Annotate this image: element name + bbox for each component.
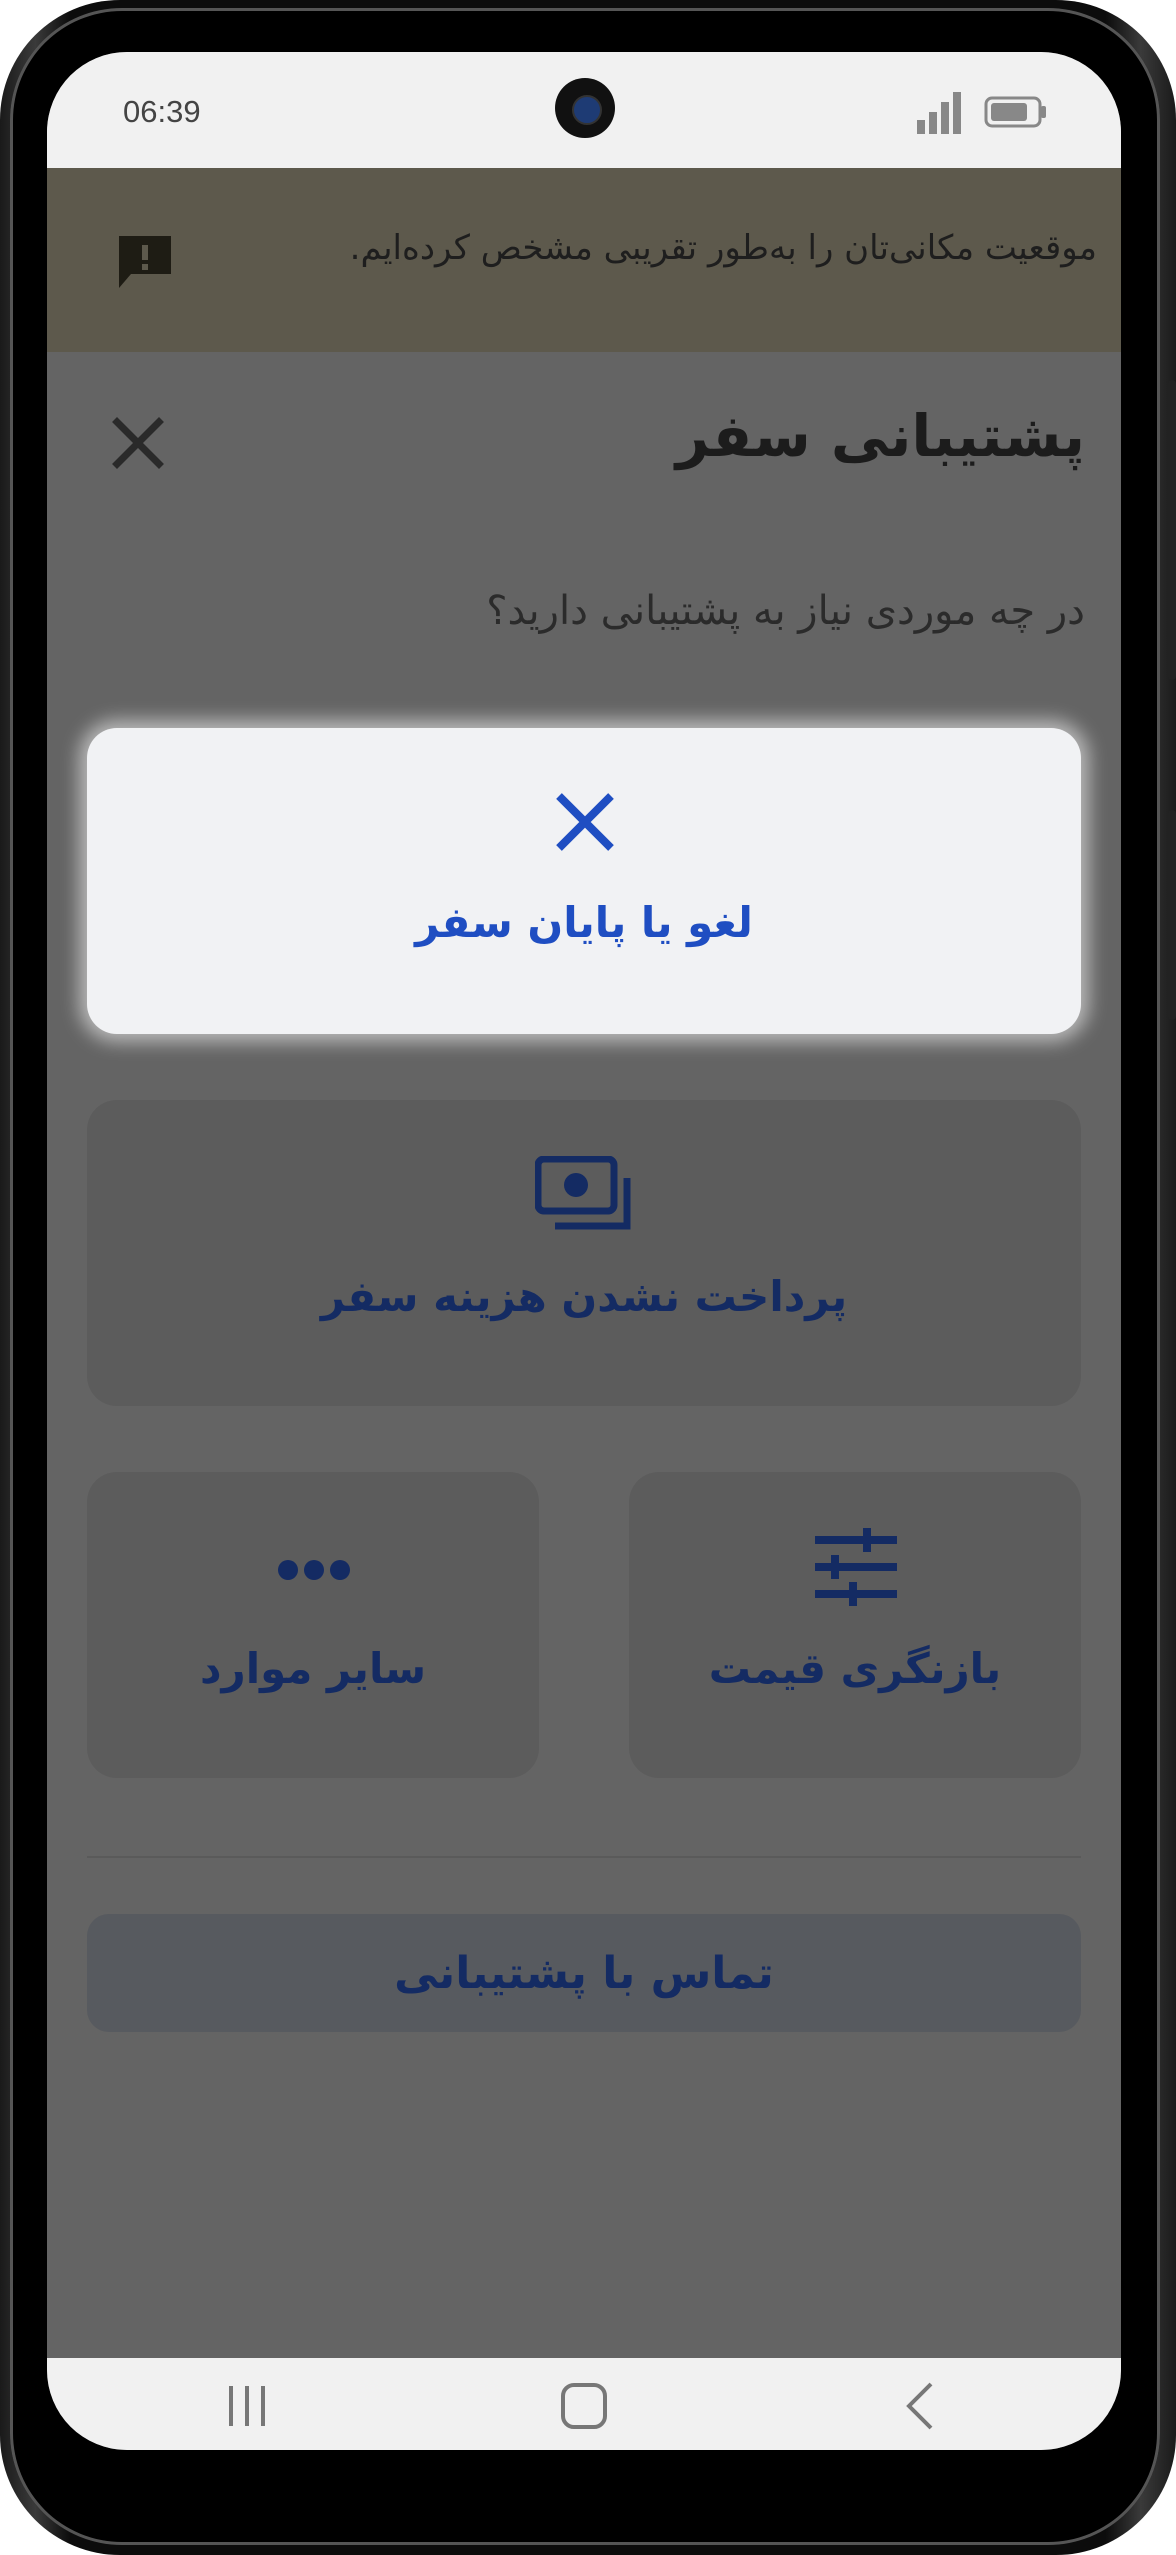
home-icon[interactable] xyxy=(554,2378,614,2434)
option-other[interactable]: سایر موارد xyxy=(87,1472,539,1778)
option-label: لغو یا پایان سفر xyxy=(415,898,753,947)
power-button xyxy=(1168,810,1176,1020)
front-camera xyxy=(555,78,615,138)
option-price-review[interactable]: بازنگری قیمت xyxy=(629,1472,1081,1778)
signal-icon xyxy=(917,92,961,134)
location-banner: موقعیت مکانی‌تان را به‌طور تقریبی مشخص ک… xyxy=(47,168,1121,352)
contact-support-button[interactable]: تماس با پشتیبانی xyxy=(87,1914,1081,2032)
banner-text: موقعیت مکانی‌تان را به‌طور تقریبی مشخص ک… xyxy=(349,228,1097,268)
screen: 06:39 موقعیت مکانی‌تان را به‌طور تقریبی xyxy=(47,52,1121,2450)
close-icon[interactable] xyxy=(109,414,167,472)
recent-apps-icon[interactable] xyxy=(217,2378,277,2434)
close-icon xyxy=(556,793,614,851)
option-label: سایر موارد xyxy=(199,1644,427,1693)
contact-support-label: تماس با پشتیبانی xyxy=(394,1948,774,1999)
status-bar: 06:39 xyxy=(47,52,1121,168)
navigation-bar xyxy=(47,2358,1121,2450)
volume-button xyxy=(1168,380,1176,680)
option-cancel-trip[interactable]: لغو یا پایان سفر xyxy=(87,728,1081,1034)
battery-icon xyxy=(984,96,1046,128)
sliders-icon xyxy=(815,1528,897,1606)
status-time: 06:39 xyxy=(123,94,201,129)
feedback-icon xyxy=(119,236,171,288)
support-question: در چه موردی نیاز به پشتیبانی دارید؟ xyxy=(486,588,1085,634)
divider xyxy=(87,1856,1081,1858)
option-label: پرداخت نشدن هزینه سفر xyxy=(320,1272,848,1321)
more-dots-icon xyxy=(278,1560,350,1580)
option-label: بازنگری قیمت xyxy=(708,1644,1002,1693)
payment-icon xyxy=(535,1156,631,1230)
phone-frame: 06:39 موقعیت مکانی‌تان را به‌طور تقریبی xyxy=(0,0,1176,2555)
sheet-title: پشتیبانی سفر xyxy=(675,402,1085,470)
back-icon[interactable] xyxy=(891,2378,951,2434)
option-unpaid-fare[interactable]: پرداخت نشدن هزینه سفر xyxy=(87,1100,1081,1406)
